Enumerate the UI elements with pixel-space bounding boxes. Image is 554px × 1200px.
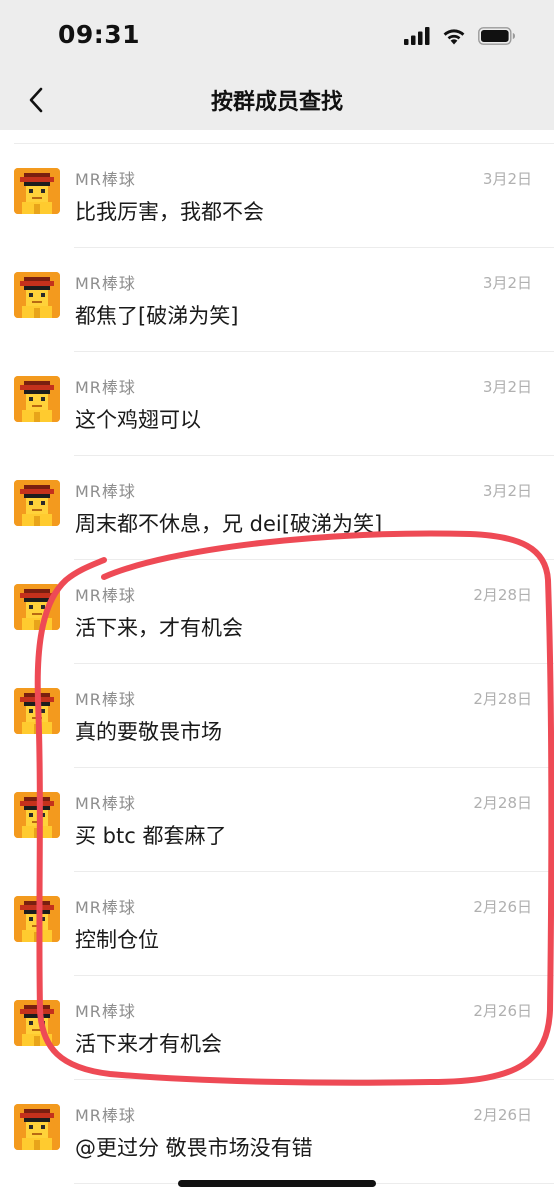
avatar[interactable]: [14, 1000, 60, 1046]
avatar[interactable]: [14, 688, 60, 734]
message-row[interactable]: MR棒球 3月2日 都焦了[破涕为笑]: [0, 248, 554, 352]
sender-name: MR棒球: [75, 378, 136, 397]
message-text: 都焦了[破涕为笑]: [75, 304, 239, 328]
message-row[interactable]: MR棒球 3月2日 这个鸡翅可以: [0, 352, 554, 456]
sender-name: MR棒球: [75, 1106, 136, 1125]
pixel-avatar-icon: [14, 792, 60, 838]
message-text: 买 btc 都套麻了: [75, 824, 227, 848]
sender-name: MR棒球: [75, 482, 136, 501]
message-text: 控制仓位: [75, 928, 159, 952]
pixel-avatar-icon: [14, 688, 60, 734]
page-title: 按群成员查找: [210, 90, 343, 115]
sender-name: MR棒球: [75, 690, 136, 709]
message-text: 比我厉害，我都不会: [75, 200, 264, 224]
message-date: 2月26日: [473, 898, 532, 916]
message-row[interactable]: MR棒球 2月26日 活下来才有机会: [0, 976, 554, 1080]
message-row[interactable]: MR棒球 2月28日 买 btc 都套麻了: [0, 768, 554, 872]
pixel-avatar-icon: [14, 272, 60, 318]
message-row[interactable]: MR棒球 3月2日 比我厉害，我都不会: [0, 144, 554, 248]
wifi-icon: [442, 27, 466, 49]
message-row[interactable]: MR棒球 2月26日 @更过分 敬畏市场没有错: [0, 1080, 554, 1184]
sender-name: MR棒球: [75, 170, 136, 189]
sender-name: MR棒球: [75, 586, 136, 605]
message-date: 2月28日: [473, 586, 532, 604]
message-row[interactable]: MR棒球 2月28日 活下来，才有机会: [0, 560, 554, 664]
message-text: 真的要敬畏市场: [75, 720, 222, 744]
sender-name: MR棒球: [75, 794, 136, 813]
avatar[interactable]: [14, 1104, 60, 1150]
sender-name: MR棒球: [75, 1002, 136, 1021]
message-list[interactable]: MR棒球 3月2日 比我厉害，我都不会 MR棒球 3月2日 都焦了[破涕为笑]: [0, 130, 554, 1184]
message-date: 3月2日: [482, 378, 532, 396]
status-bar: 09:31: [0, 0, 554, 72]
sender-name: MR棒球: [75, 898, 136, 917]
pixel-avatar-icon: [14, 584, 60, 630]
message-text: @更过分 敬畏市场没有错: [75, 1136, 313, 1160]
pixel-avatar-icon: [14, 1000, 60, 1046]
status-icons: [404, 27, 516, 49]
sender-name: MR棒球: [75, 274, 136, 293]
message-row[interactable]: MR棒球 3月2日 周末都不休息，兄 dei[破涕为笑]: [0, 456, 554, 560]
message-date: 2月28日: [473, 690, 532, 708]
pixel-avatar-icon: [14, 376, 60, 422]
message-date: 2月26日: [473, 1106, 532, 1124]
list-top-divider: [14, 130, 554, 144]
avatar[interactable]: [14, 792, 60, 838]
message-text: 周末都不休息，兄 dei[破涕为笑]: [75, 512, 383, 536]
signal-icon: [404, 27, 430, 49]
avatar[interactable]: [14, 584, 60, 630]
avatar[interactable]: [14, 168, 60, 214]
message-date: 2月28日: [473, 794, 532, 812]
home-indicator: [178, 1180, 376, 1187]
message-date: 3月2日: [482, 170, 532, 188]
message-text: 活下来，才有机会: [75, 616, 243, 640]
message-date: 2月26日: [473, 1002, 532, 1020]
avatar[interactable]: [14, 480, 60, 526]
pixel-avatar-icon: [14, 168, 60, 214]
battery-icon: [478, 27, 516, 49]
avatar[interactable]: [14, 896, 60, 942]
message-text: 这个鸡翅可以: [75, 408, 201, 432]
message-text: 活下来才有机会: [75, 1032, 222, 1056]
message-date: 3月2日: [482, 274, 532, 292]
status-time: 09:31: [58, 20, 141, 49]
pixel-avatar-icon: [14, 480, 60, 526]
avatar[interactable]: [14, 272, 60, 318]
message-date: 3月2日: [482, 482, 532, 500]
avatar[interactable]: [14, 376, 60, 422]
chat-search-screen: 09:31 按群成员查找 MR棒球 3月2日 比我厉害，我都不会 MR棒球 3月…: [0, 0, 554, 1200]
navigation-bar: 按群成员查找: [0, 72, 554, 130]
pixel-avatar-icon: [14, 1104, 60, 1150]
message-row[interactable]: MR棒球 2月28日 真的要敬畏市场: [0, 664, 554, 768]
message-row[interactable]: MR棒球 2月26日 控制仓位: [0, 872, 554, 976]
pixel-avatar-icon: [14, 896, 60, 942]
